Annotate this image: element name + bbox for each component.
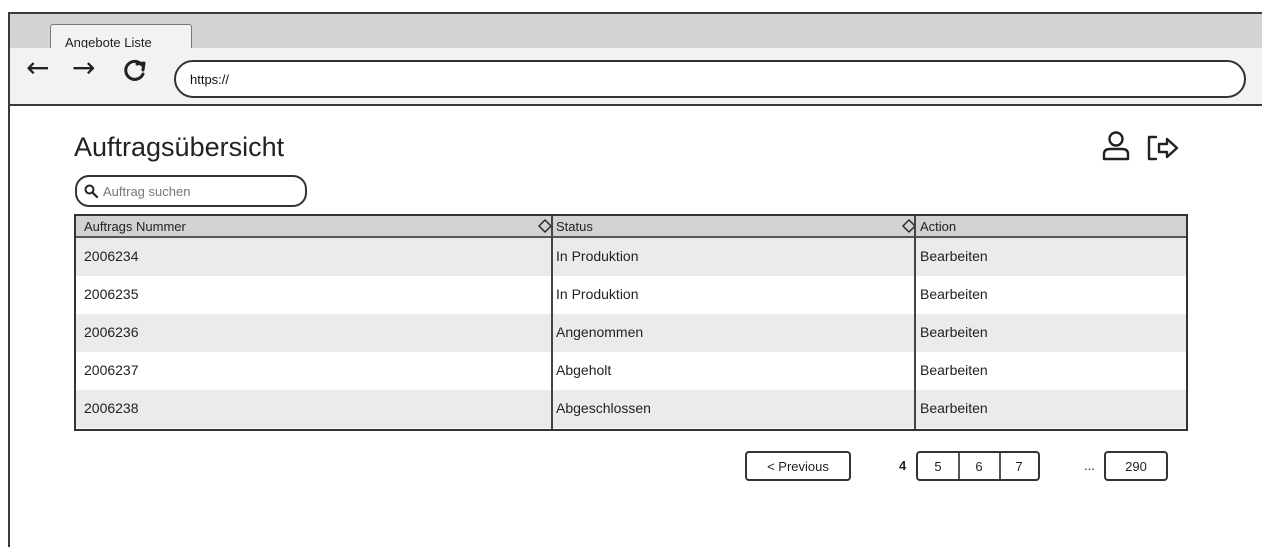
page-number-group: 5 6 7 <box>916 451 1040 481</box>
page-link-5[interactable]: 5 <box>918 453 958 479</box>
cell-status: In Produktion <box>556 248 639 264</box>
search-icon <box>84 184 98 198</box>
logout-icon[interactable] <box>1146 134 1180 162</box>
column-divider <box>914 216 916 429</box>
page-link-6[interactable]: 6 <box>959 453 999 479</box>
column-divider <box>551 216 553 429</box>
cell-action-link[interactable]: Bearbeiten <box>920 248 988 264</box>
page-link-7[interactable]: 7 <box>1000 453 1038 479</box>
cell-status: Abgeholt <box>556 362 612 378</box>
browser-navbar: ← → https:// <box>10 48 1262 104</box>
browser-window: Angebote Liste ← → https:// Auftragsüber… <box>8 12 1262 547</box>
cell-auftrags-nummer: 2006234 <box>84 248 139 264</box>
table-header: Auftrags Nummer Status Action <box>76 216 1186 238</box>
previous-button[interactable]: < Previous <box>745 451 851 481</box>
cell-action-link[interactable]: Bearbeiten <box>920 400 988 416</box>
cell-action-link[interactable]: Bearbeiten <box>920 362 988 378</box>
cell-auftrags-nummer: 2006237 <box>84 362 139 378</box>
forward-arrow-icon[interactable]: → <box>72 54 95 82</box>
search-placeholder: Auftrag suchen <box>103 184 191 199</box>
current-page: 4 <box>899 458 907 473</box>
cell-action-link[interactable]: Bearbeiten <box>920 286 988 302</box>
search-input[interactable]: Auftrag suchen <box>75 175 307 207</box>
table-row[interactable]: 2006238 Abgeschlossen Bearbeiten <box>76 390 1186 428</box>
cell-status: Abgeschlossen <box>556 400 651 416</box>
back-arrow-icon[interactable]: ← <box>26 54 49 82</box>
column-header-action: Action <box>920 219 957 234</box>
cell-auftrags-nummer: 2006238 <box>84 400 139 416</box>
cell-action-link[interactable]: Bearbeiten <box>920 324 988 340</box>
page-link-last[interactable]: 290 <box>1104 451 1168 481</box>
table-row[interactable]: 2006236 Angenommen Bearbeiten <box>76 314 1186 352</box>
reload-glyph <box>124 59 146 81</box>
address-bar[interactable]: https:// <box>174 60 1246 98</box>
user-icon[interactable] <box>1100 130 1132 162</box>
sort-icon[interactable] <box>538 219 552 233</box>
column-header-auftrags-nummer[interactable]: Auftrags Nummer <box>84 219 186 234</box>
table-row[interactable]: 2006234 In Produktion Bearbeiten <box>76 238 1186 276</box>
cell-status: Angenommen <box>556 324 644 340</box>
cell-status: In Produktion <box>556 286 639 302</box>
table-row[interactable]: 2006235 In Produktion Bearbeiten <box>76 276 1186 314</box>
cell-auftrags-nummer: 2006236 <box>84 324 139 340</box>
page-title: Auftragsübersicht <box>74 132 285 162</box>
orders-table: Auftrags Nummer Status Action 2006234 In… <box>74 214 1188 431</box>
column-header-status[interactable]: Status <box>556 219 593 234</box>
browser-chrome: Angebote Liste ← → https:// <box>10 14 1262 106</box>
pagination-ellipsis: ... <box>1084 458 1095 473</box>
cell-auftrags-nummer: 2006235 <box>84 286 139 302</box>
reload-icon[interactable] <box>122 57 148 89</box>
table-row[interactable]: 2006237 Abgeholt Bearbeiten <box>76 352 1186 390</box>
